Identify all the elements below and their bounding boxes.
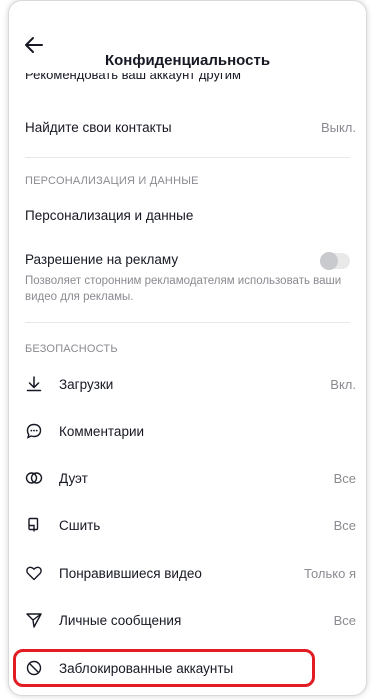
ad-permission-description: Позволяет сторонним рекламодателям испол…	[25, 275, 342, 303]
divider	[25, 157, 350, 158]
stitch-row[interactable]: Сшить Все	[25, 511, 356, 539]
download-icon	[25, 375, 43, 393]
liked-videos-row[interactable]: Понравившиеся видео Только я	[25, 559, 356, 587]
duet-row[interactable]: Дуэт Все	[25, 464, 356, 492]
app-header: Конфиденциальность	[9, 1, 366, 69]
send-icon	[25, 611, 43, 629]
find-contacts-row[interactable]: Найдите свои контакты Выкл.	[25, 113, 356, 141]
liked-videos-label: Понравившиеся видео	[59, 565, 202, 581]
personalization-section-header: ПЕРСОНАЛИЗАЦИЯ И ДАННЫЕ	[25, 175, 199, 187]
direct-messages-row[interactable]: Личные сообщения Все	[25, 606, 356, 634]
direct-messages-label: Личные сообщения	[59, 612, 182, 628]
page-title: Конфиденциальность	[104, 52, 271, 69]
personalization-row[interactable]: Персонализация и данные	[25, 201, 356, 229]
comments-row[interactable]: Комментарии	[25, 417, 356, 445]
phone-screen: Конфиденциальность Рекомендовать ваш акк…	[8, 0, 367, 696]
find-contacts-label: Найдите свои контакты	[25, 119, 172, 135]
direct-messages-value: Все	[333, 612, 356, 628]
stitch-value: Все	[333, 517, 356, 533]
duet-label: Дуэт	[59, 470, 88, 486]
duet-icon	[25, 469, 43, 487]
stitch-label: Сшить	[59, 517, 101, 533]
liked-videos-value: Только я	[304, 565, 356, 581]
comment-icon	[25, 422, 43, 440]
highlight-frame	[13, 649, 315, 687]
downloads-row[interactable]: Загрузки Вкл.	[25, 370, 356, 398]
toggle-knob	[320, 252, 338, 270]
ad-permission-row[interactable]: Разрешение на рекламу	[25, 245, 356, 273]
find-contacts-value: Выкл.	[320, 119, 356, 135]
stitch-icon	[25, 516, 43, 534]
recommend-account-row[interactable]: Рекомендовать ваш аккаунт другим	[25, 73, 350, 87]
comments-label: Комментарии	[59, 423, 145, 439]
divider	[25, 322, 350, 323]
downloads-label: Загрузки	[59, 376, 114, 392]
recommend-account-label: Рекомендовать ваш аккаунт другим	[25, 73, 241, 82]
ad-permission-label: Разрешение на рекламу	[25, 251, 179, 267]
duet-value: Все	[333, 470, 356, 486]
safety-section-header: БЕЗОПАСНОСТЬ	[25, 343, 118, 355]
personalization-label: Персонализация и данные	[25, 207, 194, 223]
downloads-value: Вкл.	[330, 376, 356, 392]
heart-icon	[25, 564, 43, 582]
ad-permission-toggle[interactable]	[320, 252, 350, 270]
